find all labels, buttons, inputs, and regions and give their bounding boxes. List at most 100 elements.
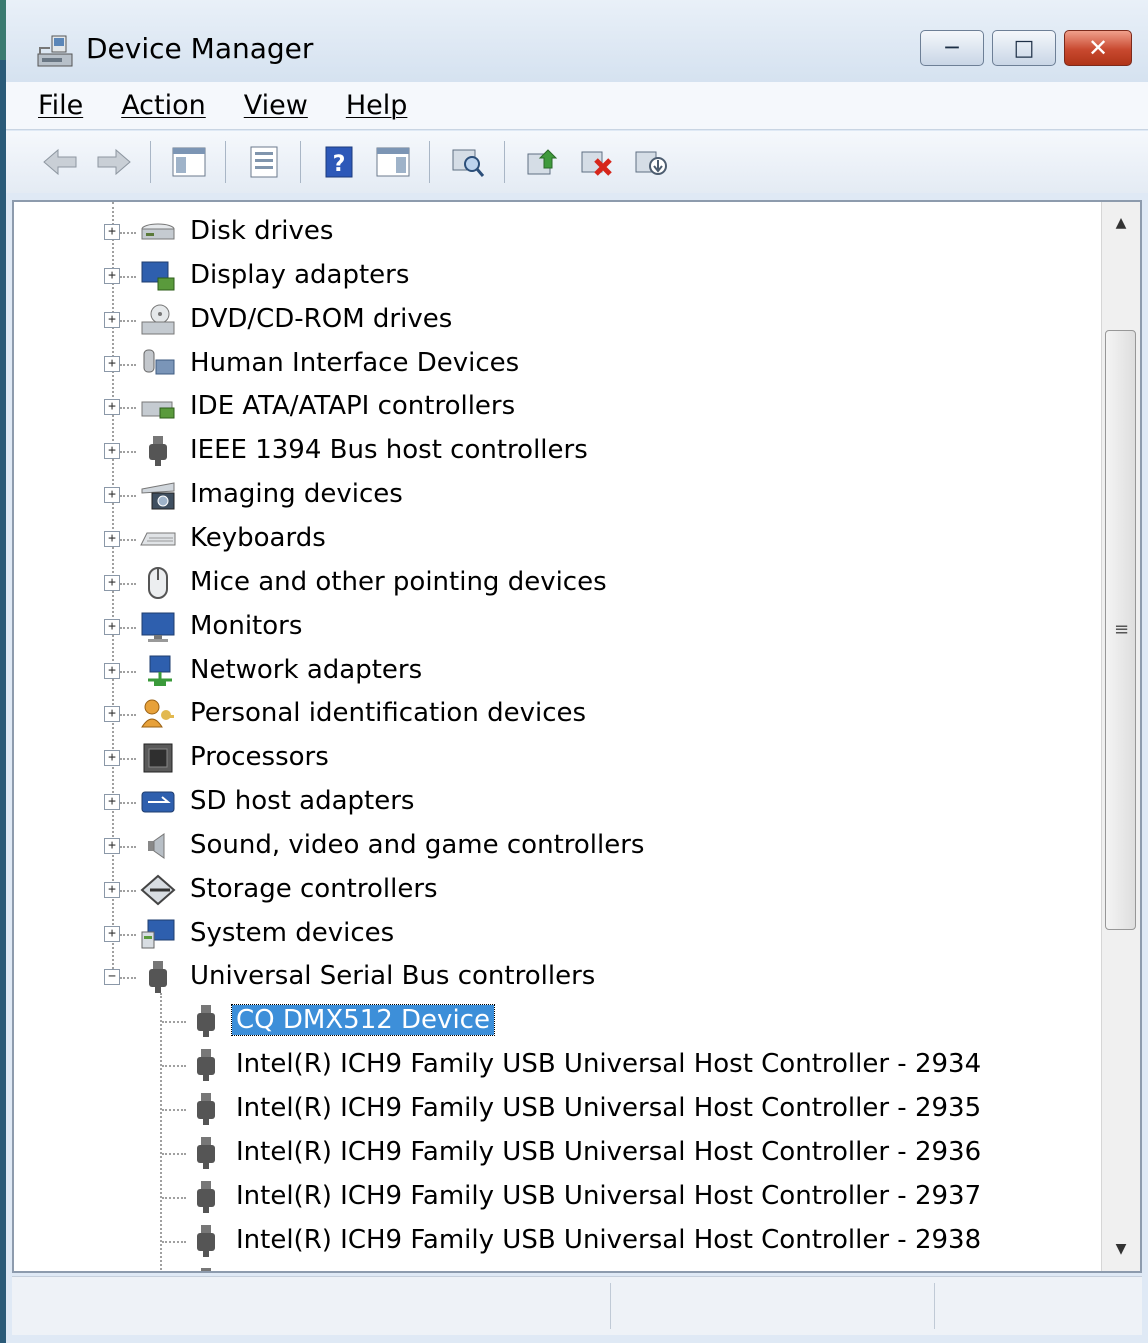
tree-device-label: Intel(R) ICH9 Family USB Universal Host … <box>236 1093 982 1123</box>
scroll-thumb[interactable]: ≡ <box>1105 330 1136 930</box>
close-button[interactable]: ✕ <box>1064 30 1132 66</box>
tree-line <box>120 538 136 541</box>
tree-category[interactable]: + SD host adapters <box>14 780 1094 824</box>
expand-icon[interactable]: + <box>104 881 120 898</box>
expand-icon[interactable]: + <box>104 399 120 416</box>
update-driver-icon[interactable] <box>523 142 563 182</box>
tree-line <box>120 451 136 454</box>
tree-category[interactable]: + Network adapters <box>14 649 1094 693</box>
tree-line <box>162 1196 186 1199</box>
tree-device-selected[interactable]: CQ DMX512 Device <box>14 999 1094 1043</box>
expand-icon[interactable]: + <box>104 925 120 942</box>
tree-line <box>162 1109 186 1111</box>
tree-device-label: Intel(R) ICH9 Family USB Universal Host … <box>236 1049 982 1080</box>
tree-category[interactable]: + IDE ATA/ATAPI controllers <box>14 385 1094 429</box>
tree-device[interactable]: Intel(R) ICH9 Family USB Universal Host … <box>14 1131 1094 1175</box>
expand-icon[interactable]: + <box>104 618 120 635</box>
forward-icon[interactable] <box>94 142 134 182</box>
scan-hardware-icon[interactable] <box>448 142 488 182</box>
tree-device[interactable]: Intel(R) ICH9 Family USB Universal Host … <box>14 1087 1094 1131</box>
tree-line <box>120 889 136 892</box>
tree-device[interactable]: Intel(R) ICH9 Family USB Universal Host … <box>14 1175 1094 1219</box>
tree-category[interactable]: + Display adapters <box>14 254 1094 298</box>
window-title: Device Manager <box>86 32 314 65</box>
tree-line <box>162 1152 186 1155</box>
expand-icon[interactable]: + <box>104 574 120 591</box>
tree-category[interactable]: + Monitors <box>14 605 1094 649</box>
disk-drive-icon <box>138 214 178 250</box>
menu-view[interactable]: View <box>244 90 308 121</box>
tree-category[interactable]: + DVD/CD-ROM drives <box>14 298 1094 342</box>
tree-category[interactable]: + Storage controllers <box>14 868 1094 912</box>
tree-category-label: Personal identification devices <box>190 698 587 729</box>
toolbar-separator <box>150 141 151 183</box>
tree-device[interactable]: Intel(R) ICH9 Family USB Universal Host … <box>14 1262 1094 1271</box>
menu-help[interactable]: Help <box>346 90 408 121</box>
usb-device-icon <box>186 1179 226 1215</box>
grip-icon: ≡ <box>1114 619 1130 640</box>
tree-line <box>120 758 136 761</box>
expand-icon[interactable]: + <box>104 355 120 372</box>
show-hide-console-tree-icon[interactable] <box>169 142 209 182</box>
expand-icon[interactable]: + <box>104 224 120 240</box>
uninstall-icon[interactable] <box>577 142 617 182</box>
tree-category[interactable]: + Processors <box>14 736 1094 780</box>
tree-device[interactable]: Intel(R) ICH9 Family USB Universal Host … <box>14 1043 1094 1087</box>
tree-category[interactable]: + Human Interface Devices <box>14 342 1094 386</box>
expand-icon[interactable]: + <box>104 311 120 328</box>
title-bar[interactable]: Device Manager ─ □ ✕ <box>6 0 1148 82</box>
minimize-icon: ─ <box>945 35 959 61</box>
tree-line <box>120 670 136 673</box>
tree-line <box>120 626 136 629</box>
usb-device-icon <box>186 1223 226 1259</box>
device-manager-window: Device Manager ─ □ ✕ File Action View Help … <box>0 0 1148 1343</box>
properties-icon[interactable] <box>244 142 284 182</box>
toolbar-separator <box>300 141 301 183</box>
expand-icon[interactable]: + <box>104 706 120 723</box>
hid-icon <box>138 346 178 382</box>
tree-device[interactable]: Intel(R) ICH9 Family USB Universal Host … <box>14 1219 1094 1263</box>
window-controls: ─ □ ✕ <box>912 30 1132 66</box>
monitor-icon <box>138 609 178 645</box>
tree-category[interactable]: + Disk drives <box>14 210 1094 254</box>
expand-icon[interactable]: + <box>104 530 120 547</box>
expand-icon[interactable]: + <box>104 662 120 679</box>
menu-bar: File Action View Help <box>6 82 1148 130</box>
tree-category-label: IDE ATA/ATAPI controllers <box>190 391 516 422</box>
scroll-up-icon[interactable]: ▲ <box>1102 204 1140 242</box>
tree-category[interactable]: + Keyboards <box>14 517 1094 561</box>
system-device-icon <box>138 916 178 952</box>
status-bar <box>12 1276 1142 1335</box>
tree-category[interactable]: − Universal Serial Bus controllers <box>14 955 1094 999</box>
usb-device-icon <box>186 1266 226 1271</box>
collapse-icon[interactable]: − <box>104 969 120 986</box>
expand-icon[interactable]: + <box>104 267 120 284</box>
disable-device-icon[interactable] <box>631 142 671 182</box>
expand-icon[interactable]: + <box>104 794 120 811</box>
display-adapter-icon <box>138 258 178 294</box>
toolbar-separator <box>429 141 430 183</box>
expand-icon[interactable]: + <box>104 750 120 767</box>
tree-category-label: Keyboards <box>190 522 326 553</box>
ide-controller-icon <box>138 389 178 425</box>
help-icon[interactable]: ? <box>319 142 359 182</box>
scroll-down-icon[interactable]: ▼ <box>1102 1230 1140 1268</box>
expand-icon[interactable]: + <box>104 443 120 460</box>
back-icon[interactable] <box>40 142 80 182</box>
expand-icon[interactable]: + <box>104 487 120 504</box>
minimize-button[interactable]: ─ <box>920 30 984 66</box>
expand-icon[interactable]: + <box>104 837 120 854</box>
maximize-button[interactable]: □ <box>992 30 1056 66</box>
menu-action[interactable]: Action <box>121 90 206 121</box>
tree-category[interactable]: + Mice and other pointing devices <box>14 561 1094 605</box>
tree-category[interactable]: + Personal identification devices <box>14 692 1094 736</box>
tree-category[interactable]: + Imaging devices <box>14 473 1094 517</box>
tree-line <box>162 1240 186 1243</box>
tree-category[interactable]: + System devices <box>14 912 1094 956</box>
tree-category[interactable]: + Sound, video and game controllers <box>14 824 1094 868</box>
vertical-scrollbar[interactable]: ▲ ≡ ▼ <box>1101 202 1140 1271</box>
tree-category[interactable]: + IEEE 1394 Bus host controllers <box>14 429 1094 473</box>
menu-file[interactable]: File <box>38 90 83 121</box>
action-pane-icon[interactable] <box>373 142 413 182</box>
toolbar: ? <box>6 131 1148 193</box>
